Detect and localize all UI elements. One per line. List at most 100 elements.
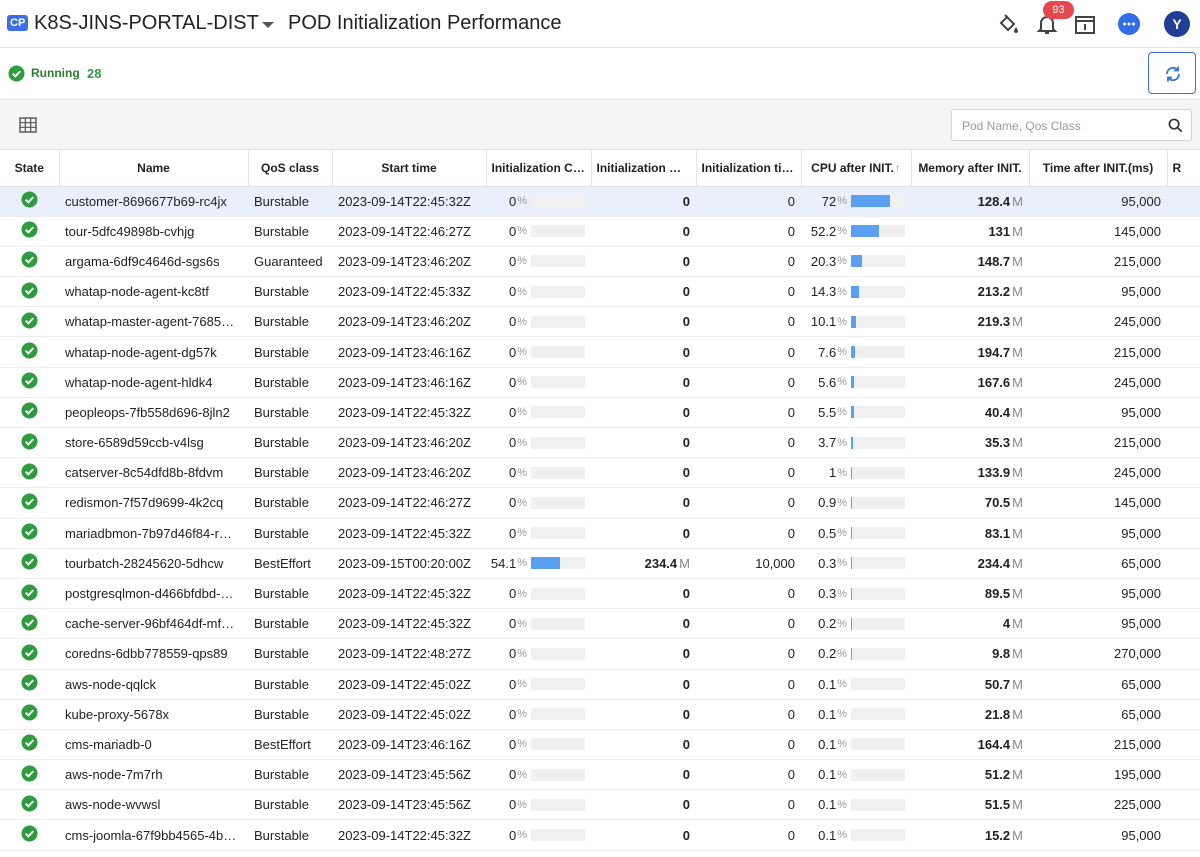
pod-name-cell[interactable]: whatap-master-agent-7685… [59,306,248,338]
cpu-after-value: 5.6 [818,374,837,390]
init-time-cell: 0 [696,427,801,459]
cpu-after-cell: 0.1% [801,759,911,791]
memory-unit: M [1012,435,1023,451]
pod-name-cell[interactable]: peopleops-7fb558d696-8jln2 [59,397,248,429]
info-panel-icon[interactable] [1073,12,1097,36]
pod-name-cell[interactable]: aws-node-7m7rh [59,759,248,791]
pod-name-cell[interactable]: tour-5dfc49898b-cvhjg [59,216,248,247]
init-time-cell: 0 [696,246,801,278]
table-row[interactable]: store-6589d59ccb-v4lsg Burstable 2023-09-1… [0,427,1200,459]
memory-unit: M [1012,555,1023,571]
column-header-cpu-after[interactable]: CPU after INIT.↑ [801,150,912,187]
table-row[interactable]: whatap-node-agent-kc8tf Burstable 2023-09-… [0,276,1200,308]
table-row[interactable]: coredns-6dbb778559-qps89 Burstable 2023-09… [0,638,1200,670]
pod-name-cell[interactable]: whatap-node-agent-hldk4 [59,367,248,398]
running-state-icon [21,584,38,604]
memory-after-value: 194.7 [977,344,1011,360]
table-row[interactable]: cache-server-96bf464df-mf… Burstable 2023-… [0,608,1200,640]
extra-cell [1167,367,1200,398]
pod-name-cell[interactable]: cms-mariadb-0 [59,729,248,761]
pod-name-cell[interactable]: customer-8696677b69-rc4jx [59,186,248,217]
percent-unit: % [517,527,527,540]
extra-cell [1167,819,1200,851]
qos-class-cell: Burstable [248,819,332,851]
table-row[interactable]: postgresqlmon-d466bfdbd-… Burstable 2023-0… [0,578,1200,610]
table-row[interactable]: tour-5dfc49898b-cvhjg Burstable 2023-09-14… [0,216,1200,247]
table-row[interactable]: redismon-7f57d9699-4k2cq Burstable 2023-09… [0,487,1200,519]
pod-name-cell[interactable]: cms-joomla-67f9bb4565-4b… [59,819,248,851]
table-row[interactable]: aws-node-wvwsl Burstable 2023-09-14T23:45:… [0,789,1200,821]
table-row[interactable]: cms-joomla-67f9bb4565-4b… Burstable 2023-0… [0,819,1200,851]
column-header-init-memory[interactable]: Initialization memory [591,150,697,187]
search-icon[interactable] [1168,118,1183,133]
running-state-icon [21,704,38,724]
init-memory-value: 0 [682,314,690,330]
pod-name-cell[interactable]: aws-node-wvwsl [59,789,248,821]
table-row[interactable]: catserver-8c54dfd8b-8fdvm Burstable 2023-0… [0,457,1200,489]
pod-name-cell[interactable]: store-6589d59ccb-v4lsg [59,427,248,459]
init-cpu-bar [531,798,585,811]
table-row[interactable]: aws-node-qqlck Burstable 2023-09-14T22:45:… [0,669,1200,700]
avatar[interactable]: Y [1164,11,1190,37]
column-header-start-time[interactable]: Start time [332,150,487,187]
memory-after-cell: 167.6 M [911,367,1029,398]
start-time-cell: 2023-09-14T23:45:56Z [332,789,486,821]
pod-name-cell[interactable]: argama-6df9c4646d-sgs6s [59,246,248,278]
pod-name-cell[interactable]: whatap-node-agent-kc8tf [59,276,248,308]
refresh-button[interactable] [1148,52,1196,94]
memory-unit: M [1012,314,1023,330]
table-row[interactable]: whatap-node-agent-dg57k Burstable 2023-09-… [0,336,1200,368]
pod-name-cell[interactable]: tourbatch-28245620-5dhcw [59,548,248,579]
pod-name-cell[interactable]: redismon-7f57d9699-4k2cq [59,487,248,519]
search-input[interactable] [962,116,1162,136]
init-cpu-value: 0 [508,495,517,511]
column-header-state[interactable]: State [0,150,60,187]
pod-name-cell[interactable]: whatap-node-agent-dg57k [59,336,248,368]
column-header-qos[interactable]: QoS class [248,150,333,187]
init-cpu-bar [531,346,585,359]
pod-name-cell[interactable]: catserver-8c54dfd8b-8fdvm [59,457,248,489]
init-cpu-bar [531,315,585,328]
pod-name-cell[interactable]: cache-server-96bf464df-mf… [59,608,248,640]
qos-class-cell: Burstable [248,518,332,549]
notification-count-badge[interactable]: 93 [1043,1,1074,19]
pod-name-cell[interactable]: kube-proxy-5678x [59,699,248,730]
init-cpu-value: 54.1 [490,555,517,571]
column-header-name[interactable]: Name [59,150,249,187]
table-row[interactable]: whatap-node-agent-hldk4 Burstable 2023-09-… [0,367,1200,398]
table-row[interactable]: argama-6df9c4646d-sgs6s Guaranteed 2023-09… [0,246,1200,278]
running-state-icon [21,372,38,392]
init-memory-value: 0 [682,827,690,843]
init-cpu-value: 0 [508,284,517,300]
cpu-after-cell: 0.3% [801,578,911,610]
project-selector[interactable]: K8S-JINS-PORTAL-DIST [34,12,259,35]
table-header-row: State Name QoS class Start time Initiali… [0,150,1200,187]
column-header-more[interactable]: R [1167,150,1200,187]
pod-name-cell[interactable]: mariadbmon-7b97d46f84-r… [59,518,248,549]
table-row[interactable]: tourbatch-28245620-5dhcw BestEffort 2023-0… [0,548,1200,579]
init-memory-value: 0 [682,465,690,481]
column-header-memory-after[interactable]: Memory after INIT. [911,150,1030,187]
percent-unit: % [837,557,847,570]
column-header-time-after[interactable]: Time after INIT.(ms) [1029,150,1168,187]
column-header-init-time[interactable]: Initialization time [696,150,802,187]
column-header-init-cpu[interactable]: Initialization CPU [486,150,592,187]
table-row[interactable]: cms-mariadb-0 BestEffort 2023-09-14T23:46:… [0,729,1200,761]
cpu-after-cell: 0.1% [801,669,911,700]
paint-bucket-icon[interactable] [996,12,1020,36]
chevron-down-icon[interactable] [262,22,274,28]
chat-icon[interactable] [1117,12,1141,36]
grid-columns-icon[interactable] [19,117,37,136]
table-row[interactable]: peopleops-7fb558d696-8jln2 Burstable 2023-… [0,397,1200,429]
pod-name-cell[interactable]: aws-node-qqlck [59,669,248,700]
pod-name-cell[interactable]: postgresqlmon-d466bfdbd-… [59,578,248,610]
pod-name-cell[interactable]: coredns-6dbb778559-qps89 [59,638,248,670]
table-row[interactable]: aws-node-7m7rh Burstable 2023-09-14T23:45:… [0,759,1200,791]
table-row[interactable]: kube-proxy-5678x Burstable 2023-09-14T22:4… [0,699,1200,730]
memory-after-value: 9.8 [992,646,1011,662]
memory-after-cell: 70.5 M [911,487,1029,519]
table-row[interactable]: customer-8696677b69-rc4jx Burstable 2023-0… [0,186,1200,217]
table-row[interactable]: whatap-master-agent-7685… Burstable 2023-0… [0,306,1200,338]
init-memory-value: 0 [682,404,690,420]
table-row[interactable]: mariadbmon-7b97d46f84-r… Burstable 2023-09… [0,518,1200,549]
